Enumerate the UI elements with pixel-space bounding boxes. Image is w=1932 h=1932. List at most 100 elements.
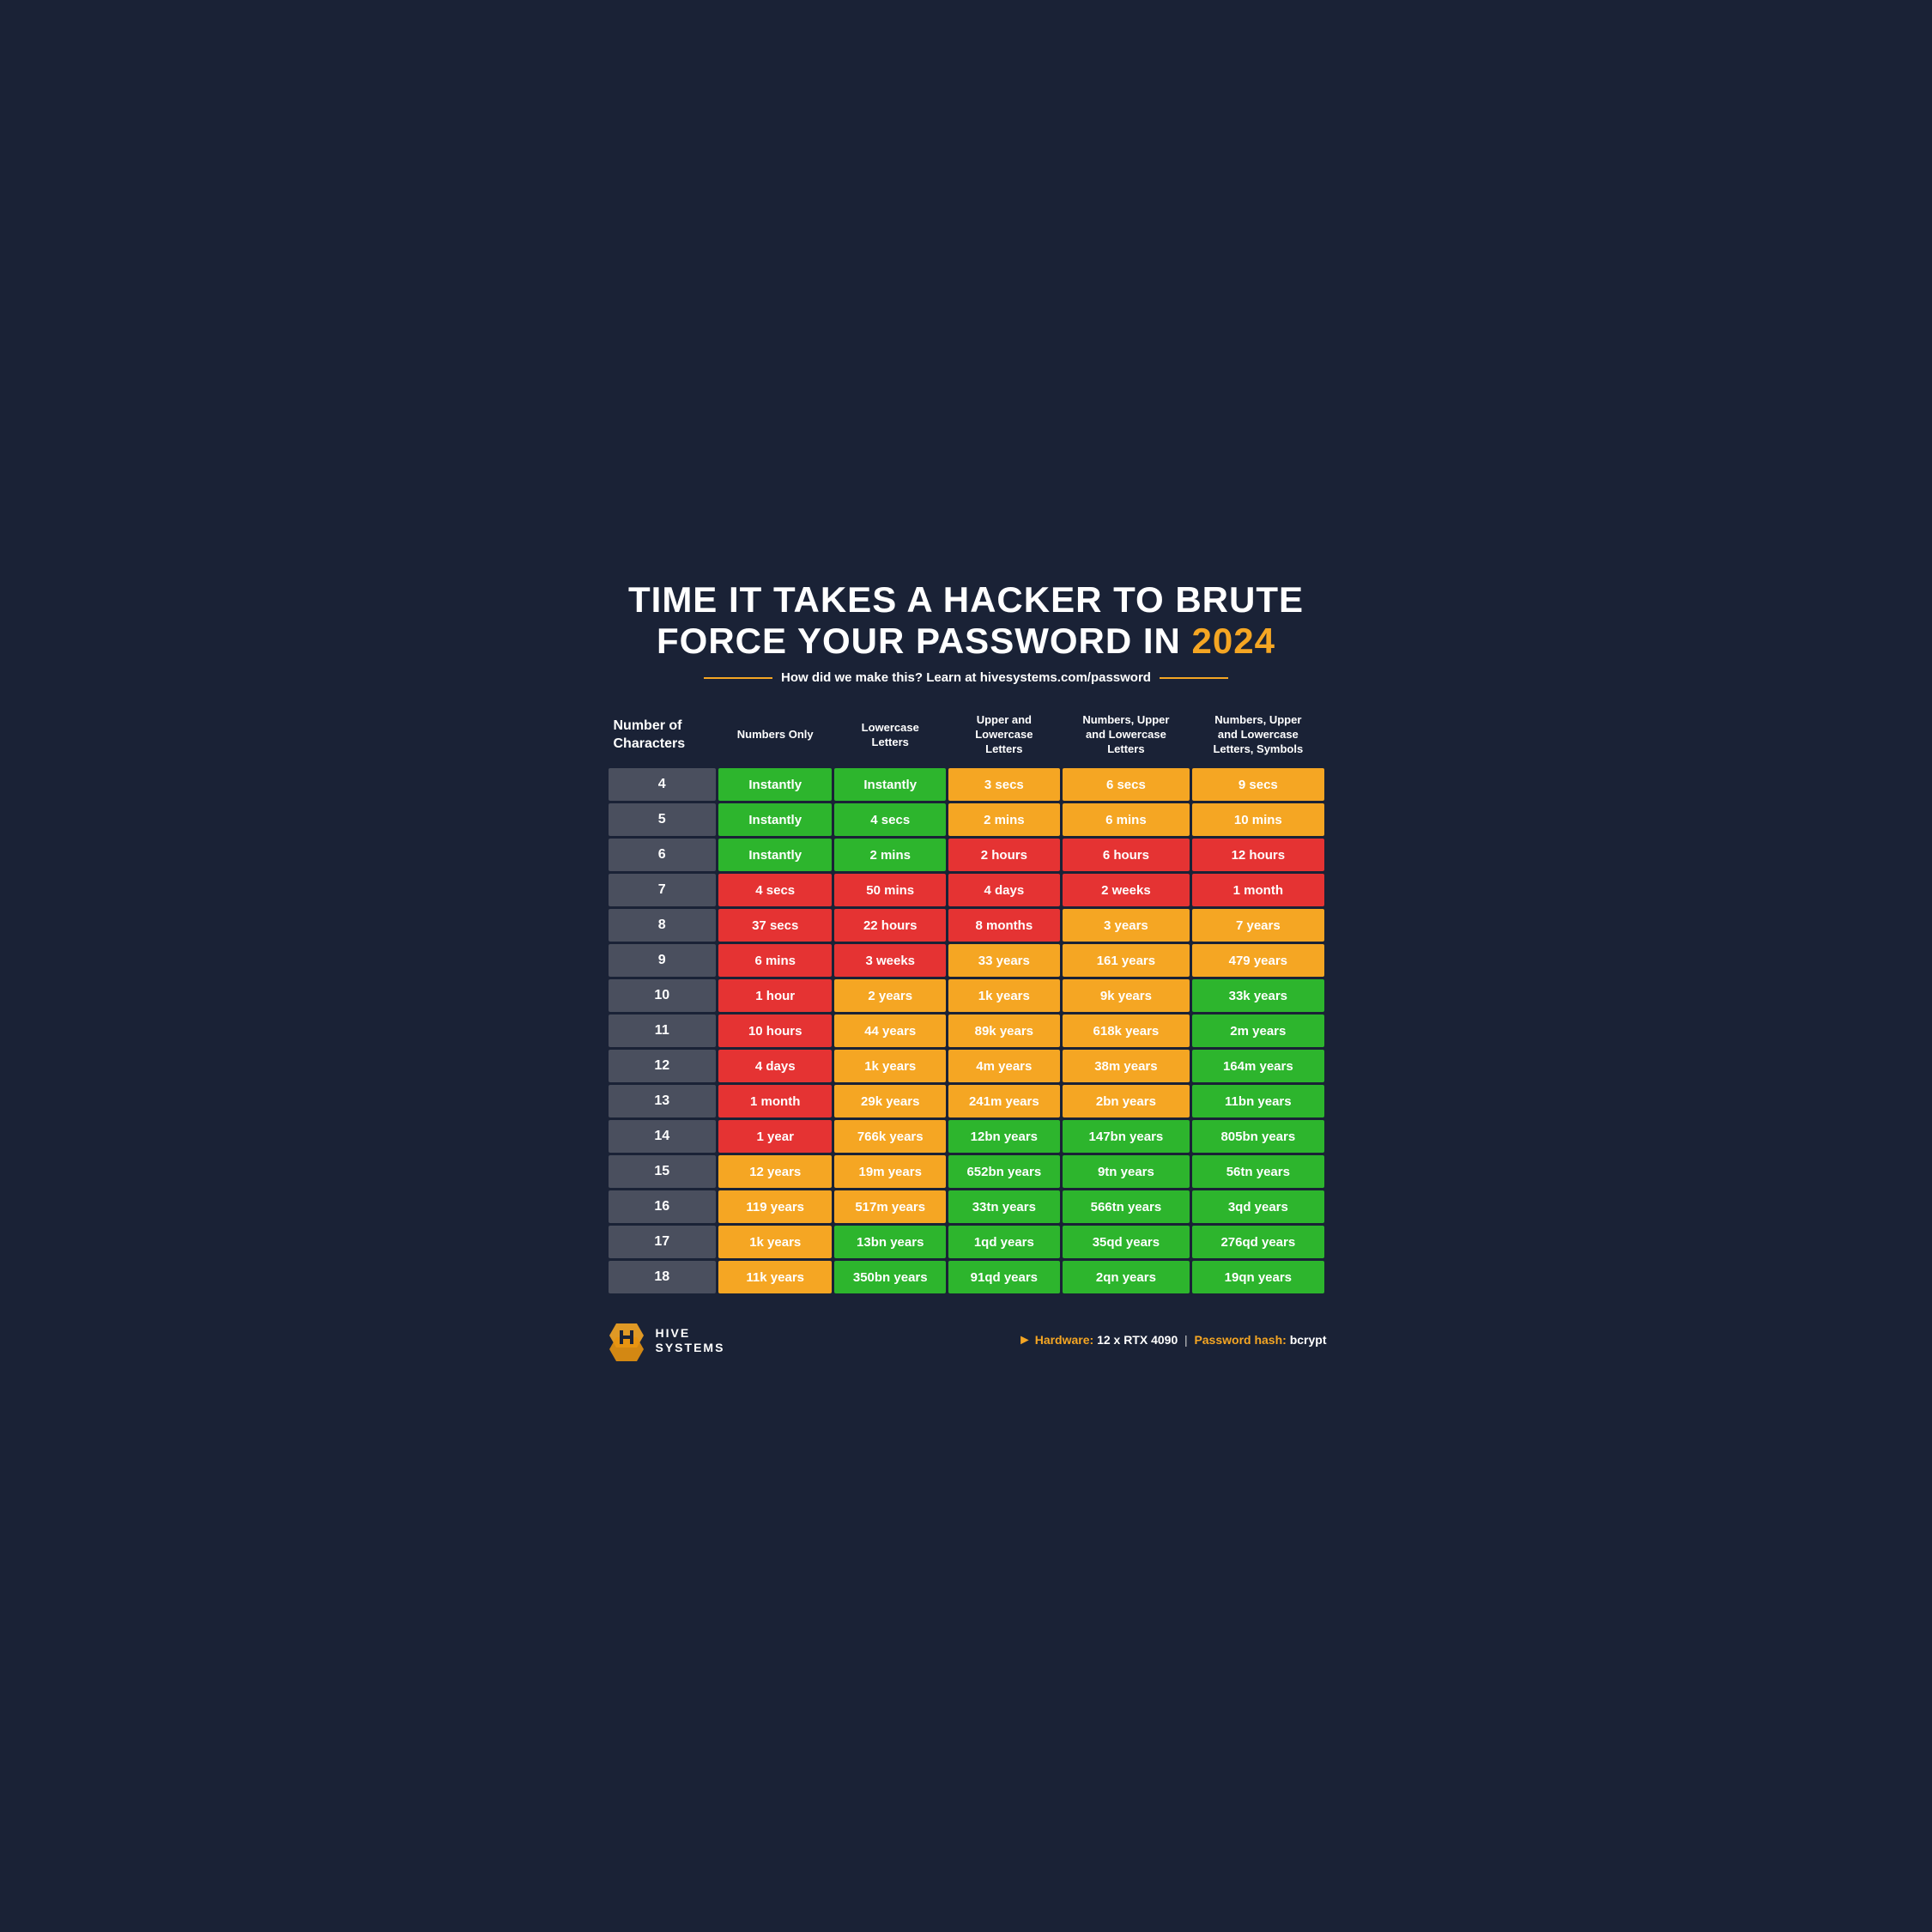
char-count-cell: 11 bbox=[609, 1014, 717, 1047]
data-cell: 517m years bbox=[834, 1190, 946, 1223]
hash-value: bcrypt bbox=[1290, 1333, 1327, 1347]
data-cell: 33tn years bbox=[948, 1190, 1060, 1223]
char-count-cell: 15 bbox=[609, 1155, 717, 1188]
data-cell: 9 secs bbox=[1192, 768, 1323, 801]
table-row: 1512 years19m years652bn years9tn years5… bbox=[609, 1155, 1324, 1188]
data-cell: 8 months bbox=[948, 909, 1060, 942]
data-cell: 4 days bbox=[718, 1050, 832, 1082]
char-count-cell: 10 bbox=[609, 979, 717, 1012]
footer-info: ► Hardware: 12 x RTX 4090 | Password has… bbox=[1018, 1333, 1327, 1348]
data-cell: 2qn years bbox=[1063, 1261, 1190, 1293]
table-row: 5Instantly4 secs2 mins6 mins10 mins bbox=[609, 803, 1324, 836]
data-cell: 4m years bbox=[948, 1050, 1060, 1082]
data-cell: 89k years bbox=[948, 1014, 1060, 1047]
char-count-cell: 12 bbox=[609, 1050, 717, 1082]
subtitle: How did we make this? Learn at hivesyste… bbox=[606, 670, 1327, 685]
data-cell: 3qd years bbox=[1192, 1190, 1323, 1223]
data-cell: 10 mins bbox=[1192, 803, 1323, 836]
data-cell: 9tn years bbox=[1063, 1155, 1190, 1188]
char-count-cell: 8 bbox=[609, 909, 717, 942]
data-cell: 9k years bbox=[1063, 979, 1190, 1012]
data-cell: 6 secs bbox=[1063, 768, 1190, 801]
data-cell: 3 weeks bbox=[834, 944, 946, 977]
data-cell: Instantly bbox=[718, 803, 832, 836]
data-cell: 1k years bbox=[718, 1226, 832, 1258]
data-cell: Instantly bbox=[718, 839, 832, 871]
data-cell: 1qd years bbox=[948, 1226, 1060, 1258]
hardware-label: Hardware: bbox=[1035, 1333, 1093, 1347]
data-cell: 618k years bbox=[1063, 1014, 1190, 1047]
data-cell: 2 hours bbox=[948, 839, 1060, 871]
table-row: 1811k years350bn years91qd years2qn year… bbox=[609, 1261, 1324, 1293]
data-cell: 1k years bbox=[948, 979, 1060, 1012]
data-cell: 4 secs bbox=[718, 874, 832, 906]
data-cell: 3 years bbox=[1063, 909, 1190, 942]
table-row: 16119 years517m years33tn years566tn yea… bbox=[609, 1190, 1324, 1223]
data-cell: 652bn years bbox=[948, 1155, 1060, 1188]
data-cell: 38m years bbox=[1063, 1050, 1190, 1082]
data-cell: 1 month bbox=[1192, 874, 1323, 906]
page-title: TIME IT TAKES A HACKER TO BRUTE FORCE YO… bbox=[606, 579, 1327, 663]
table-row: 1110 hours44 years89k years618k years2m … bbox=[609, 1014, 1324, 1047]
data-cell: 37 secs bbox=[718, 909, 832, 942]
char-count-cell: 14 bbox=[609, 1120, 717, 1153]
data-cell: 29k years bbox=[834, 1085, 946, 1117]
data-cell: 241m years bbox=[948, 1085, 1060, 1117]
data-cell: 19qn years bbox=[1192, 1261, 1323, 1293]
col-header-numbers: Numbers Only bbox=[718, 705, 832, 766]
data-cell: 35qd years bbox=[1063, 1226, 1190, 1258]
main-container: TIME IT TAKES A HACKER TO BRUTE FORCE YO… bbox=[580, 554, 1353, 1378]
data-cell: 91qd years bbox=[948, 1261, 1060, 1293]
data-cell: 2 mins bbox=[834, 839, 946, 871]
char-count-cell: 17 bbox=[609, 1226, 717, 1258]
table-row: 837 secs22 hours8 months3 years7 years bbox=[609, 909, 1324, 942]
footer: HIVESYSTEMS ► Hardware: 12 x RTX 4090 | … bbox=[606, 1311, 1327, 1361]
data-cell: 44 years bbox=[834, 1014, 946, 1047]
char-count-cell: 4 bbox=[609, 768, 717, 801]
data-cell: 12 hours bbox=[1192, 839, 1323, 871]
data-cell: 4 secs bbox=[834, 803, 946, 836]
table-row: 141 year766k years12bn years147bn years8… bbox=[609, 1120, 1324, 1153]
data-cell: 11k years bbox=[718, 1261, 832, 1293]
table-row: 6Instantly2 mins2 hours6 hours12 hours bbox=[609, 839, 1324, 871]
table-row: 101 hour2 years1k years9k years33k years bbox=[609, 979, 1324, 1012]
data-cell: Instantly bbox=[718, 768, 832, 801]
hardware-value: 12 x RTX 4090 bbox=[1097, 1333, 1178, 1347]
data-cell: 2m years bbox=[1192, 1014, 1323, 1047]
table-row: 124 days1k years4m years38m years164m ye… bbox=[609, 1050, 1324, 1082]
data-cell: 161 years bbox=[1063, 944, 1190, 977]
data-cell: 7 years bbox=[1192, 909, 1323, 942]
hive-logo-icon bbox=[606, 1320, 647, 1361]
char-count-cell: 5 bbox=[609, 803, 717, 836]
data-cell: 276qd years bbox=[1192, 1226, 1323, 1258]
char-count-cell: 18 bbox=[609, 1261, 717, 1293]
data-cell: 10 hours bbox=[718, 1014, 832, 1047]
data-cell: 33k years bbox=[1192, 979, 1323, 1012]
data-cell: 6 hours bbox=[1063, 839, 1190, 871]
data-cell: 805bn years bbox=[1192, 1120, 1323, 1153]
data-cell: 13bn years bbox=[834, 1226, 946, 1258]
data-cell: 1 month bbox=[718, 1085, 832, 1117]
col-header-lower: LowercaseLetters bbox=[834, 705, 946, 766]
data-cell: 766k years bbox=[834, 1120, 946, 1153]
data-cell: 147bn years bbox=[1063, 1120, 1190, 1153]
col-header-chars: Number ofCharacters bbox=[609, 705, 717, 766]
data-cell: 2 weeks bbox=[1063, 874, 1190, 906]
data-cell: 12 years bbox=[718, 1155, 832, 1188]
char-count-cell: 9 bbox=[609, 944, 717, 977]
logo-area: HIVESYSTEMS bbox=[606, 1320, 725, 1361]
table-row: 171k years13bn years1qd years35qd years2… bbox=[609, 1226, 1324, 1258]
char-count-cell: 16 bbox=[609, 1190, 717, 1223]
data-cell: 479 years bbox=[1192, 944, 1323, 977]
data-cell: 1 year bbox=[718, 1120, 832, 1153]
data-cell: 119 years bbox=[718, 1190, 832, 1223]
hash-label: Password hash: bbox=[1194, 1333, 1286, 1347]
char-count-cell: 13 bbox=[609, 1085, 717, 1117]
data-cell: 1k years bbox=[834, 1050, 946, 1082]
col-header-symbols: Numbers, Upperand LowercaseLetters, Symb… bbox=[1192, 705, 1323, 766]
data-cell: 164m years bbox=[1192, 1050, 1323, 1082]
char-count-cell: 6 bbox=[609, 839, 717, 871]
data-cell: 2 mins bbox=[948, 803, 1060, 836]
data-cell: Instantly bbox=[834, 768, 946, 801]
data-cell: 33 years bbox=[948, 944, 1060, 977]
